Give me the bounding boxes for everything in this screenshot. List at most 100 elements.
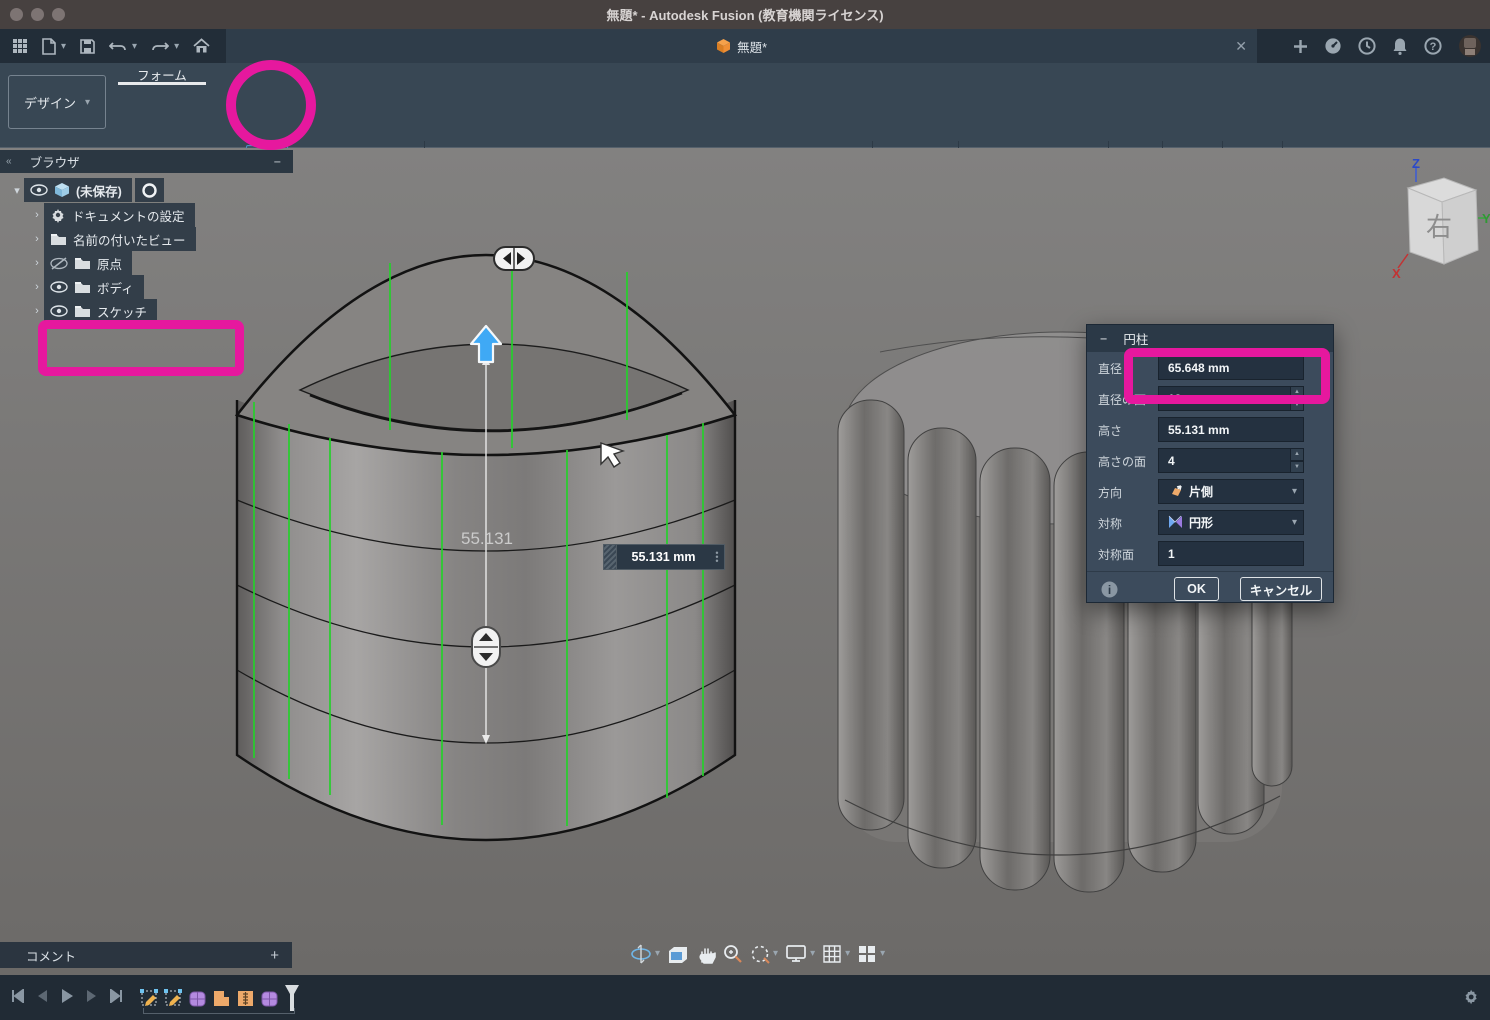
ribbon: デザイン フォーム [0, 63, 1490, 148]
symmetry-row: 対称 円形 ▾ [1087, 510, 1333, 535]
comments-panel[interactable]: コメント + [0, 942, 292, 968]
collapse-chevron-icon[interactable]: › [30, 305, 44, 317]
browser-collapse-icon[interactable]: « [6, 156, 12, 167]
activate-radio[interactable] [135, 178, 164, 202]
timeline-go-to-end-icon[interactable] [110, 989, 124, 1003]
user-avatar[interactable] [1458, 34, 1482, 58]
height-input[interactable]: 55.131 mm [1158, 417, 1304, 442]
timeline-stitch-item[interactable] [236, 989, 255, 1008]
circular-symmetry-icon [1168, 515, 1183, 530]
browser-item-bodies[interactable]: › ボディ [30, 275, 144, 299]
collapse-chevron-icon[interactable]: › [30, 233, 44, 245]
extensions-icon[interactable] [1324, 37, 1342, 55]
app-toolbar: 無題* ✕ ? [0, 29, 1490, 63]
browser-header: « ブラウザ − [0, 150, 293, 173]
tab-close-icon[interactable]: ✕ [1235, 38, 1247, 54]
folder-icon [74, 280, 91, 294]
help-icon[interactable]: ? [1424, 37, 1442, 55]
folder-icon [50, 232, 67, 246]
browser-item-named-views[interactable]: › 名前の付いたビュー [30, 227, 196, 251]
fit-icon[interactable] [750, 944, 778, 964]
look-at-icon[interactable] [667, 945, 689, 963]
timeline-face-item[interactable] [212, 989, 231, 1008]
visibility-off-eye-icon[interactable] [50, 257, 68, 270]
zoom-icon[interactable] [723, 944, 743, 964]
add-comment-button[interactable]: + [270, 947, 279, 964]
job-status-icon[interactable] [1358, 37, 1376, 55]
annotation-rect-symmetry [1124, 348, 1330, 404]
visibility-eye-icon[interactable] [50, 281, 68, 293]
save-icon[interactable] [80, 39, 95, 54]
symmetry-faces-row: 対称面 1 [1087, 541, 1333, 566]
document-tab[interactable]: 無題* ✕ [226, 29, 1257, 63]
browser-root-row[interactable]: ▾ (未保存) [10, 178, 164, 202]
viewcube[interactable]: 右 Z Y X [1378, 156, 1490, 278]
height-faces-spinner[interactable]: ▲▼ [1290, 448, 1304, 473]
collapse-chevron-icon[interactable]: › [30, 209, 44, 221]
file-menu-icon[interactable] [42, 38, 66, 55]
timeline-step-back-icon[interactable] [36, 989, 48, 1003]
symmetry-dropdown[interactable]: 円形 ▾ [1158, 510, 1304, 535]
height-dimension-input[interactable]: 55.131 mm ••• [603, 544, 725, 570]
direction-dropdown[interactable]: 片側 ▾ [1158, 479, 1304, 504]
diameter-manipulator[interactable] [494, 247, 534, 270]
viewports-icon[interactable] [857, 944, 885, 964]
undo-icon[interactable] [109, 39, 137, 53]
document-cube-icon [716, 38, 731, 54]
height-stepper[interactable] [472, 627, 500, 667]
browser-item-origin[interactable]: › 原点 [30, 251, 132, 275]
comments-title: コメント [26, 946, 76, 965]
visibility-eye-icon[interactable] [30, 184, 48, 196]
viewport-canvas[interactable]: 55.131 55.131 mm ••• [0, 148, 1490, 975]
ok-button[interactable]: OK [1174, 577, 1219, 601]
pan-icon[interactable] [696, 944, 716, 964]
annotation-circle-create [226, 60, 316, 150]
dim-input-menu-icon[interactable]: ••• [710, 551, 724, 563]
timeline-play-icon[interactable] [60, 988, 74, 1004]
dialog-title: 円柱 [1123, 329, 1148, 348]
timeline-form-item[interactable] [188, 989, 207, 1008]
height-faces-input[interactable]: 4 ▲▼ [1158, 448, 1304, 473]
orbit-icon[interactable] [630, 944, 660, 964]
timeline-step-forward-icon[interactable] [86, 989, 98, 1003]
timeline-go-to-start-icon[interactable] [10, 989, 24, 1003]
gear-icon [50, 207, 66, 223]
symmetry-faces-input[interactable]: 1 [1158, 541, 1304, 566]
notifications-icon[interactable] [1392, 37, 1408, 55]
timeline-sketch-item[interactable] [164, 989, 183, 1008]
collapse-chevron-icon[interactable]: › [30, 257, 44, 269]
cancel-button[interactable]: キャンセル [1240, 577, 1322, 601]
info-icon[interactable]: i [1101, 581, 1118, 598]
settings-gear-icon[interactable] [1463, 988, 1481, 1006]
fusion-window: 無題* - Autodesk Fusion (教育機関ライセンス) [0, 0, 1490, 1020]
form-tab-underline [118, 82, 206, 85]
folder-icon [74, 256, 91, 270]
redo-icon[interactable] [151, 39, 179, 53]
height-dim-text: 55.131 [461, 529, 513, 548]
browser-minimize-icon[interactable]: − [274, 155, 281, 169]
svg-text:i: i [1108, 583, 1111, 597]
direction-one-side-icon [1168, 485, 1183, 499]
app-grid-icon[interactable] [12, 38, 28, 54]
viewcube-front-face-label: 右 [1426, 212, 1452, 242]
dialog-collapse-icon[interactable]: − [1100, 332, 1107, 346]
axis-x-label: X [1392, 266, 1401, 278]
dim-input-value: 55.131 mm [617, 550, 710, 564]
browser-item-doc-settings[interactable]: › ドキュメントの設定 [30, 203, 195, 227]
navigation-bar [622, 940, 893, 967]
dim-input-drag-handle[interactable] [604, 545, 617, 569]
home-icon[interactable] [193, 38, 210, 54]
dropdown-caret-icon: ▾ [1292, 486, 1297, 497]
expand-chevron-icon[interactable]: ▾ [10, 184, 24, 197]
new-tab-button[interactable] [1293, 39, 1308, 54]
window-title: 無題* - Autodesk Fusion (教育機関ライセンス) [0, 5, 1490, 24]
workspace-selector[interactable]: デザイン [8, 75, 106, 129]
collapse-chevron-icon[interactable]: › [30, 281, 44, 293]
timeline-sketch-item[interactable] [140, 989, 159, 1008]
titlebar: 無題* - Autodesk Fusion (教育機関ライセンス) [0, 0, 1490, 29]
visibility-eye-icon[interactable] [50, 305, 68, 317]
grid-settings-icon[interactable] [822, 944, 850, 964]
timeline-form-item[interactable] [260, 989, 279, 1008]
dropdown-caret-icon: ▾ [1292, 517, 1297, 528]
display-settings-icon[interactable] [785, 944, 815, 963]
